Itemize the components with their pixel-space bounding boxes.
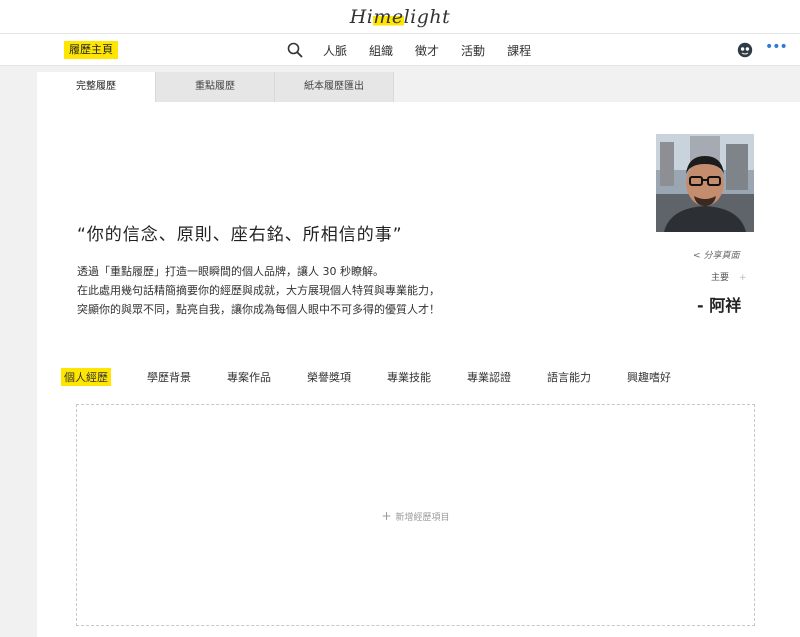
user-avatar-icon[interactable]	[737, 42, 753, 58]
section-tabs: 個人經歷 學歷背景 專案作品 榮譽獎項 專業技能 專業認證 語言能力 興趣嗜好	[61, 368, 707, 386]
add-experience-button[interactable]: + 新增經歷項目	[77, 509, 754, 523]
author-signature: - 阿祥	[697, 296, 742, 315]
tab-full-resume[interactable]: 完整履歷	[37, 72, 156, 102]
nav-item-organization[interactable]: 組織	[369, 42, 393, 59]
resume-tabs: 完整履歷 重點履歷 紙本履歷匯出	[37, 72, 394, 102]
tab-languages[interactable]: 語言能力	[547, 369, 591, 385]
description-line: 突顯你的與眾不同，點亮自我，讓你成為每個人眼中不可多得的優質人才！	[77, 303, 440, 316]
resume-home-link[interactable]: 履歷主頁	[64, 41, 118, 59]
share-page-link[interactable]: < 分享頁面	[693, 248, 740, 261]
tab-skills[interactable]: 專業技能	[387, 369, 431, 385]
main-label: 主要 +	[711, 273, 747, 283]
description-line: 透過「重點履歷」打造一眼瞬間的個人品牌，讓人 30 秒瞭解。	[77, 265, 384, 278]
profile-photo	[656, 134, 754, 232]
tab-experience[interactable]: 個人經歷	[61, 368, 111, 386]
nav-item-courses[interactable]: 課程	[507, 42, 531, 59]
tab-education[interactable]: 學歷背景	[147, 369, 191, 385]
tab-awards[interactable]: 榮譽獎項	[307, 369, 351, 385]
add-main-icon[interactable]: +	[739, 273, 747, 283]
tab-interests[interactable]: 興趣嗜好	[627, 369, 671, 385]
tab-certifications[interactable]: 專業認證	[467, 369, 511, 385]
nav-item-events[interactable]: 活動	[461, 42, 485, 59]
description-line: 在此處用幾句話精簡摘要你的經歷與成就，大方展現個人特質與專業能力，	[77, 284, 440, 297]
resume-card: < 分享頁面 主要 + - 阿祥 “你的信念、原則、座右銘、所相信的事” 透過「重點…	[37, 102, 800, 637]
more-dots-icon[interactable]: •••	[765, 40, 788, 54]
tab-print-export[interactable]: 紙本履歷匯出	[275, 72, 394, 102]
tab-projects[interactable]: 專案作品	[227, 369, 271, 385]
tab-key-resume[interactable]: 重點履歷	[156, 72, 275, 102]
himelight-logo[interactable]: Himelight	[350, 6, 451, 28]
nav-item-network[interactable]: 人脈	[323, 42, 347, 59]
profile-quote[interactable]: “你的信念、原則、座右銘、所相信的事”	[77, 220, 403, 245]
main-nav: 履歷主頁 人脈 組織 徵才 活動 課程 •••	[0, 34, 800, 66]
nav-item-jobs[interactable]: 徵才	[415, 42, 439, 59]
share-icon: <	[693, 251, 701, 261]
logo-bar: Himelight	[0, 0, 800, 34]
search-icon[interactable]	[287, 42, 303, 58]
plus-icon: +	[381, 509, 392, 523]
experience-dropzone: + 新增經歷項目	[76, 404, 755, 626]
nav-items: 人脈 組織 徵才 活動 課程	[287, 34, 553, 66]
profile-description[interactable]: 透過「重點履歷」打造一眼瞬間的個人品牌，讓人 30 秒瞭解。 在此處用幾句話精簡…	[77, 262, 440, 319]
